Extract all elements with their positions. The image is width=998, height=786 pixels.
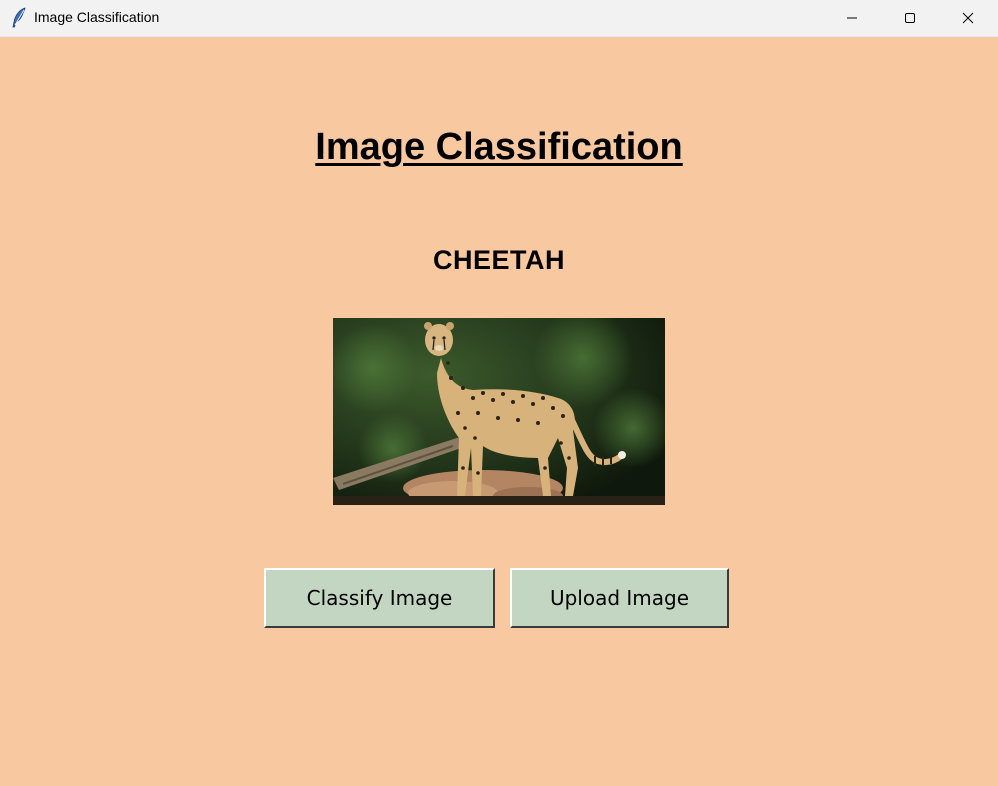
- classification-result: CHEETAH: [432, 245, 565, 275]
- minimize-button[interactable]: [824, 0, 880, 36]
- app-window: Image Classification Image Classificatio…: [0, 0, 998, 786]
- close-icon: [962, 12, 974, 24]
- close-button[interactable]: [940, 0, 996, 36]
- page-title: Image Classification: [315, 126, 683, 168]
- window-title: Image Classification: [34, 9, 160, 25]
- cheetah-photo: [333, 318, 665, 505]
- maximize-button[interactable]: [882, 0, 938, 36]
- main-content: Image Classification CHEETAH Classify Im…: [0, 37, 998, 786]
- title-bar[interactable]: Image Classification: [0, 0, 998, 37]
- maximize-icon: [904, 12, 916, 24]
- classify-image-button[interactable]: Classify Image: [264, 568, 495, 628]
- minimize-icon: [846, 12, 858, 24]
- feather-icon: [10, 7, 28, 29]
- upload-image-button[interactable]: Upload Image: [510, 568, 729, 628]
- classified-image: [333, 318, 665, 505]
